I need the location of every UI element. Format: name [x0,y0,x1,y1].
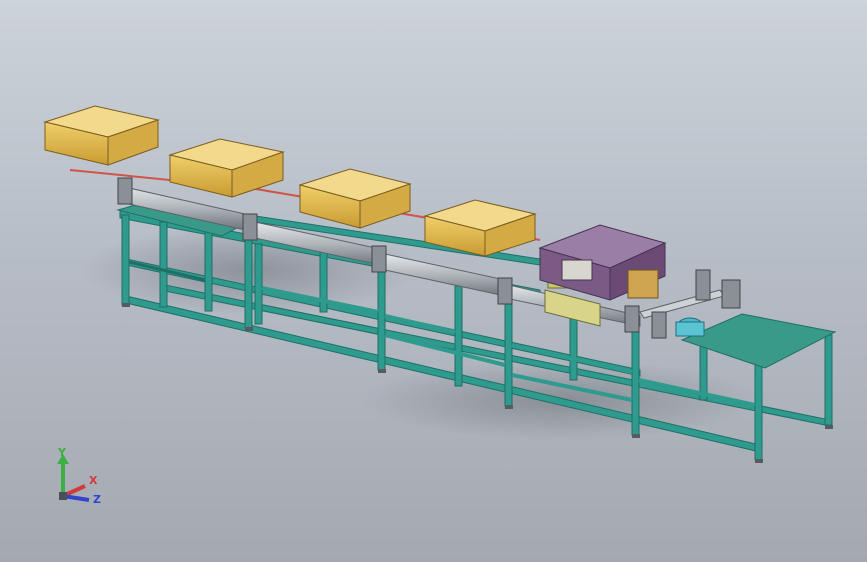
storage-bin [168,138,285,198]
cad-viewport[interactable]: Y X Z [0,0,867,562]
storage-bin [43,105,160,166]
storage-bin [298,168,412,229]
conveyor-model[interactable] [0,0,867,562]
drive-motor [675,317,705,337]
machine-housing [538,224,667,301]
y-axis-label: Y [58,446,66,459]
x-axis-label: X [89,474,98,487]
triad-origin [59,492,67,500]
z-axis-label: Z [93,493,101,506]
